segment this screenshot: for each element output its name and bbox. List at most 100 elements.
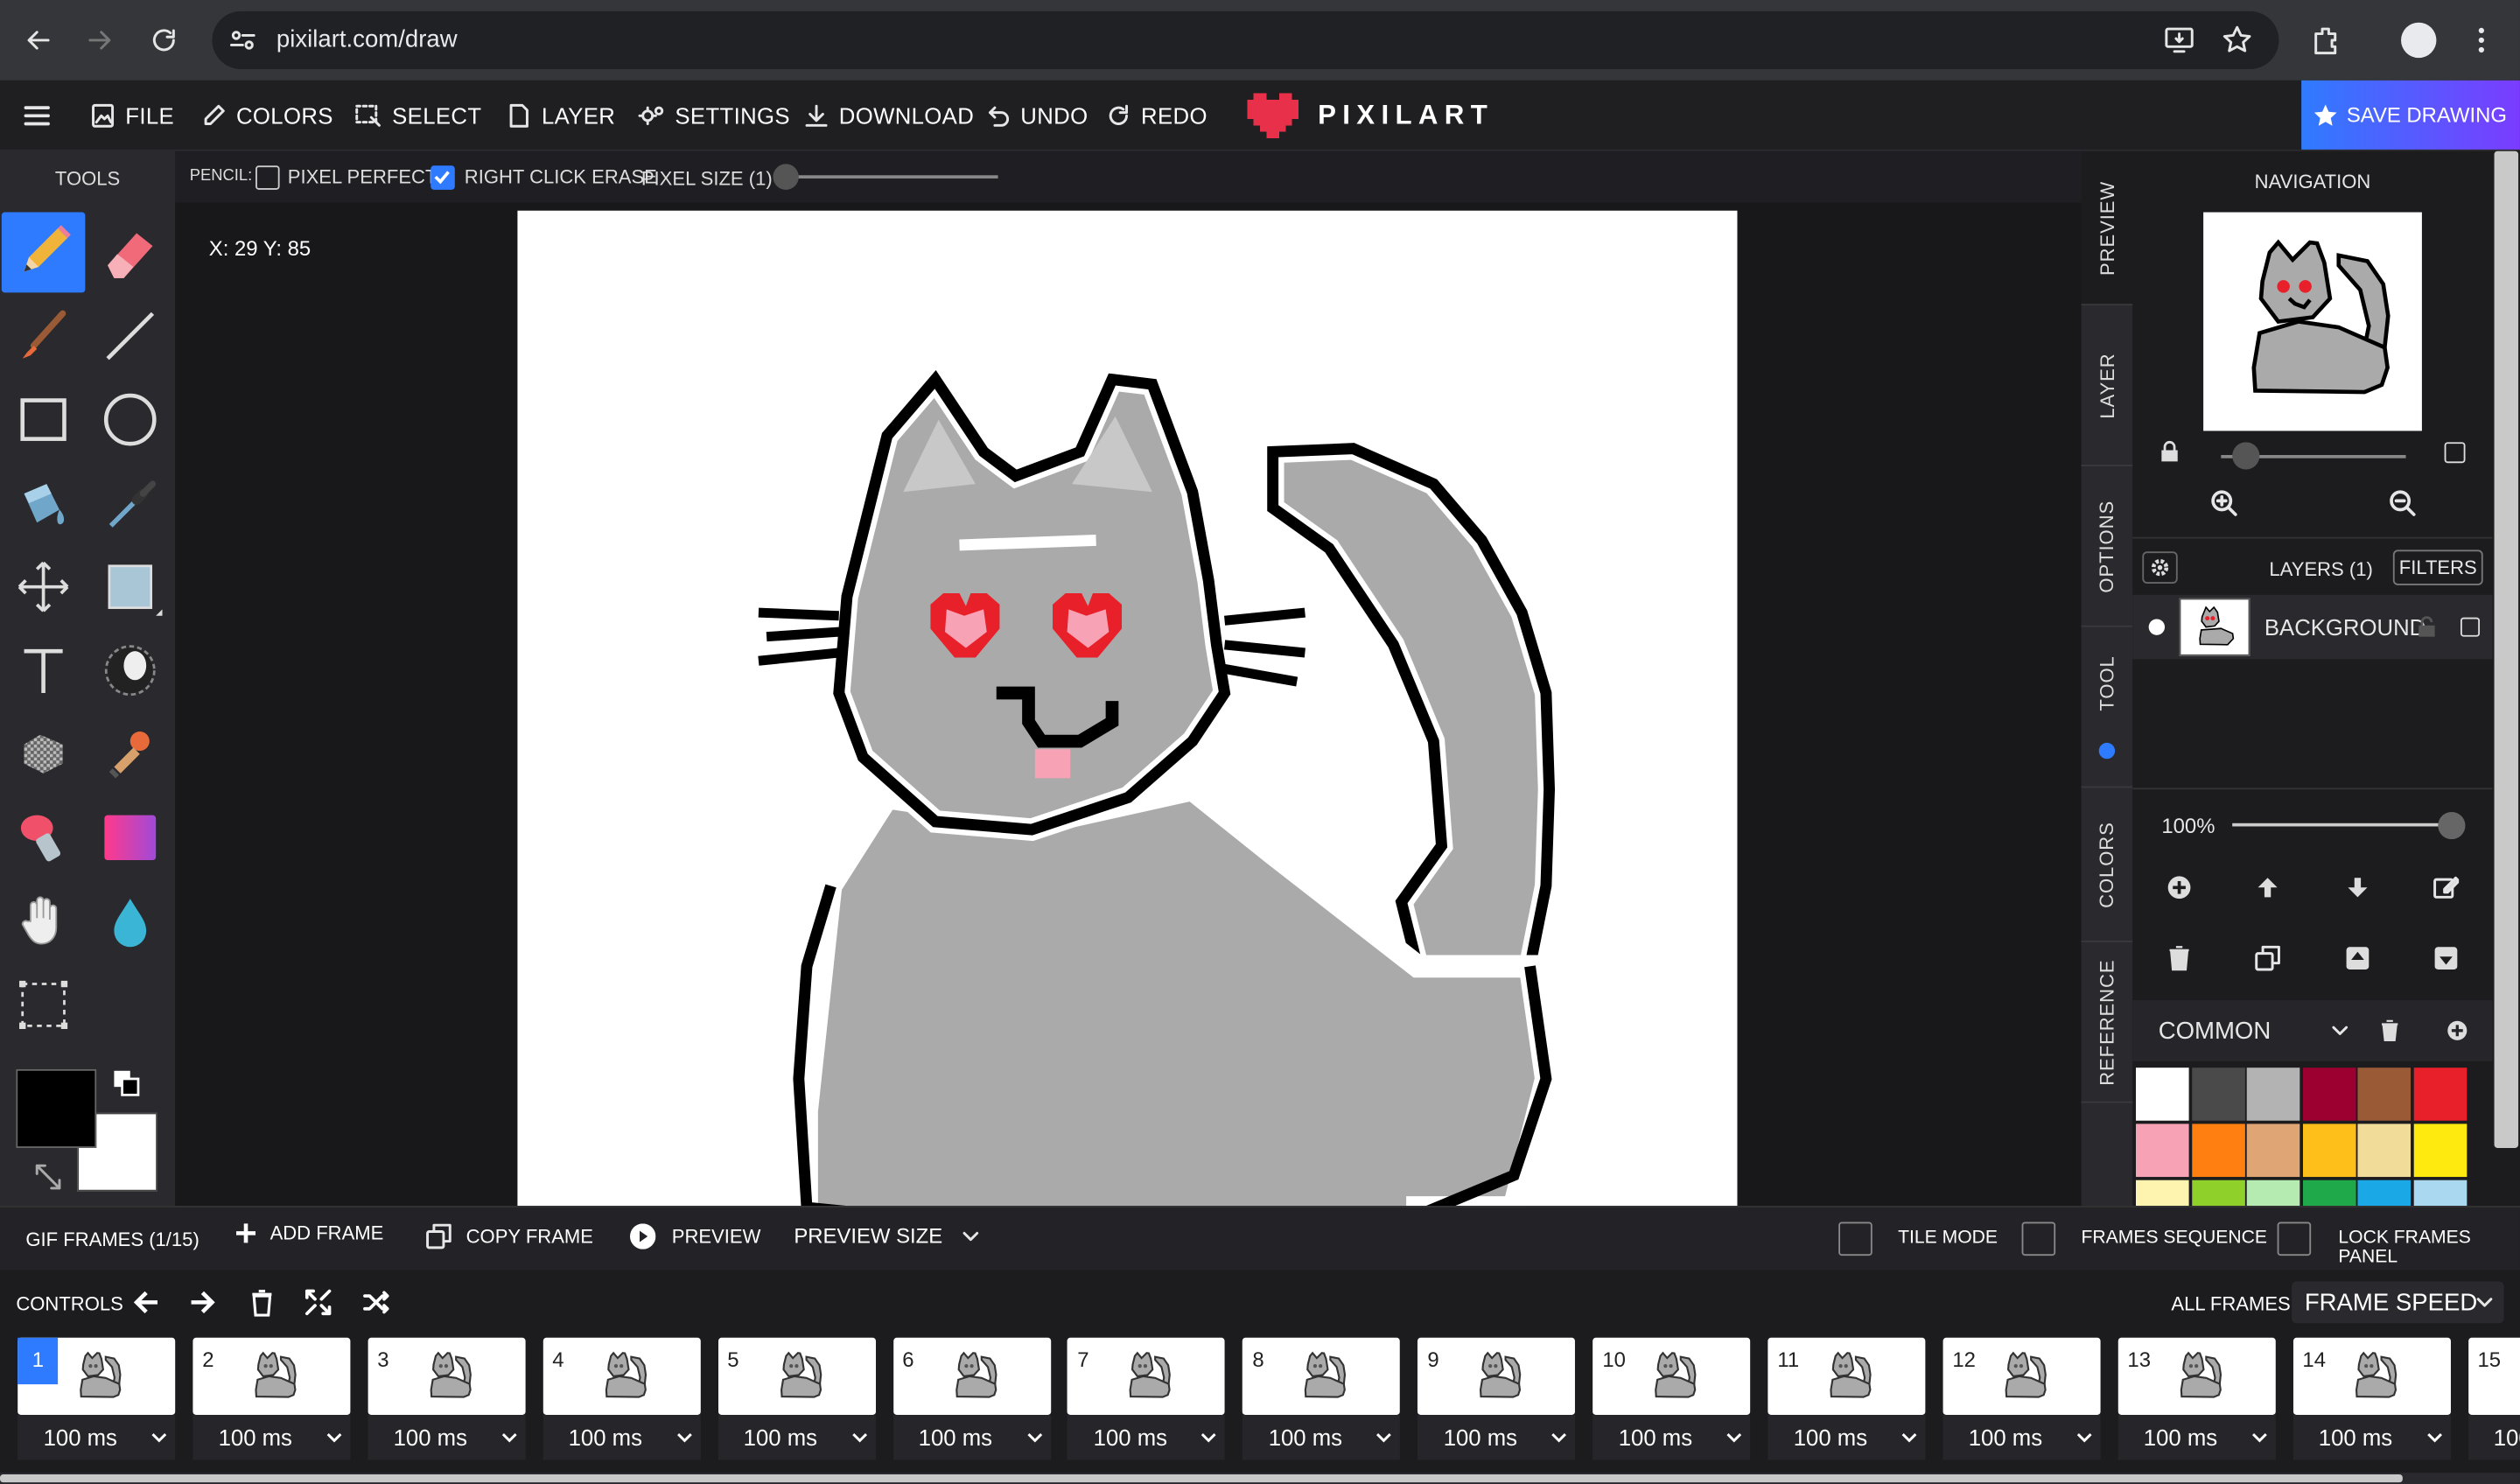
layer-checkbox[interactable]: [2460, 617, 2481, 637]
dither-tool[interactable]: [88, 630, 172, 710]
frame-speed-dropdown[interactable]: 100 ms: [892, 1415, 1051, 1460]
hand-tool[interactable]: [2, 881, 86, 962]
pixel-size-slider-track[interactable]: [782, 175, 998, 178]
palette-swatch[interactable]: [2135, 1068, 2189, 1121]
frame-thumbnail[interactable]: 11: [1768, 1337, 1926, 1415]
gradient-tool[interactable]: [88, 797, 172, 878]
tab-options[interactable]: OPTIONS: [2081, 466, 2133, 627]
more-menu-icon[interactable]: [2465, 24, 2497, 57]
blur-tool[interactable]: [88, 881, 172, 962]
frame-item[interactable]: 2 100 ms: [192, 1337, 351, 1460]
frame-item[interactable]: 10 100 ms: [1592, 1337, 1751, 1460]
menu-settings[interactable]: SETTINGS: [638, 80, 790, 151]
edit-layer-icon[interactable]: [2433, 875, 2460, 900]
palette-swatch[interactable]: [2191, 1180, 2244, 1207]
tab-reference[interactable]: REFERENCE: [2081, 942, 2133, 1103]
previous-frame-icon[interactable]: [132, 1288, 161, 1317]
frame-item[interactable]: 9 100 ms: [1418, 1337, 1576, 1460]
palette-swatch[interactable]: [2191, 1068, 2244, 1121]
frame-item[interactable]: 5 100 ms: [718, 1337, 876, 1460]
frame-speed-dropdown[interactable]: 100 ms: [2292, 1415, 2451, 1460]
copy-frame-button[interactable]: COPY FRAME: [424, 1222, 593, 1251]
text-tool[interactable]: [2, 630, 86, 710]
brand-logo[interactable]: PIXILART: [1247, 80, 1494, 151]
fill-bucket-tool[interactable]: [2, 463, 86, 543]
preview-size-select[interactable]: PREVIEW SIZE: [794, 1223, 981, 1248]
frames-scrollbar-thumb[interactable]: [0, 1474, 2403, 1483]
add-layer-icon[interactable]: [2166, 875, 2192, 900]
frame-speed-dropdown[interactable]: 100 ms: [368, 1415, 526, 1460]
duplicate-layer-icon[interactable]: [2255, 945, 2280, 971]
pencil-tool[interactable]: [1, 212, 86, 293]
frame-speed-dropdown[interactable]: 100 ms: [718, 1415, 876, 1460]
layer-opacity-slider-thumb[interactable]: [2438, 811, 2466, 840]
layer-row[interactable]: BACKGROUND: [2132, 594, 2493, 660]
palette-swatch[interactable]: [2412, 1180, 2467, 1207]
eraser-tool[interactable]: [88, 213, 172, 293]
palette-swatch[interactable]: [2191, 1124, 2244, 1178]
palette-swatch[interactable]: [2357, 1124, 2412, 1178]
forward-icon[interactable]: [84, 24, 116, 57]
zoom-in-icon[interactable]: [2209, 489, 2238, 518]
frame-thumbnail[interactable]: 1: [18, 1337, 176, 1415]
frame-item[interactable]: 13 100 ms: [2118, 1337, 2276, 1460]
reset-colors-icon[interactable]: [32, 1161, 65, 1194]
menu-undo[interactable]: UNDO: [985, 80, 1088, 151]
right-panel-scrollbar[interactable]: [2492, 150, 2520, 1207]
merge-down-icon[interactable]: [2433, 945, 2459, 970]
frame-item[interactable]: 7 100 ms: [1068, 1337, 1226, 1460]
selection-tool[interactable]: [2, 965, 86, 1046]
frame-thumbnail[interactable]: 10: [1592, 1337, 1751, 1415]
frame-item[interactable]: 11 100 ms: [1768, 1337, 1926, 1460]
frame-thumbnail[interactable]: 4: [542, 1337, 701, 1415]
ellipse-tool[interactable]: [88, 380, 172, 460]
delete-frame-icon[interactable]: [249, 1288, 275, 1317]
frame-item[interactable]: 6 100 ms: [892, 1337, 1051, 1460]
frame-item[interactable]: 15 100 ms: [2468, 1337, 2520, 1460]
frame-thumbnail[interactable]: 9: [1418, 1337, 1576, 1415]
frame-speed-select[interactable]: FRAME SPEED: [2292, 1281, 2504, 1324]
tab-layer[interactable]: LAYER: [2081, 305, 2133, 466]
layer-visibility-dot[interactable]: [2148, 619, 2166, 635]
profile-avatar[interactable]: [2401, 22, 2437, 59]
palette-swatch[interactable]: [2302, 1124, 2356, 1178]
palette-swatch[interactable]: [2302, 1068, 2356, 1121]
shape-tool[interactable]: [88, 547, 172, 627]
rectangle-tool[interactable]: [2, 380, 86, 460]
install-app-icon[interactable]: [2163, 24, 2195, 57]
palette-swatch[interactable]: [2302, 1180, 2356, 1207]
tab-preview[interactable]: PREVIEW: [2081, 150, 2133, 306]
save-drawing-button[interactable]: SAVE DRAWING: [2301, 80, 2520, 150]
palette-swatch[interactable]: [2357, 1068, 2412, 1121]
nav-zoom-slider-thumb[interactable]: [2232, 442, 2260, 470]
frames-sequence-checkbox[interactable]: [2021, 1222, 2056, 1256]
frame-thumbnail[interactable]: 5: [718, 1337, 876, 1415]
shuffle-frames-icon[interactable]: [361, 1288, 390, 1317]
frame-thumbnail[interactable]: 3: [368, 1337, 526, 1415]
checker-tool[interactable]: [2, 714, 86, 794]
frame-speed-dropdown[interactable]: 100 ms: [1068, 1415, 1226, 1460]
lock-frames-checkbox[interactable]: [2277, 1222, 2312, 1256]
frame-item[interactable]: 1 100 ms: [18, 1337, 176, 1460]
line-tool[interactable]: [88, 296, 172, 376]
layer-lock-icon[interactable]: [2416, 616, 2439, 639]
frame-speed-dropdown[interactable]: 100 ms: [2468, 1415, 2520, 1460]
menu-redo[interactable]: REDO: [1106, 80, 1208, 151]
frame-item[interactable]: 8 100 ms: [1242, 1337, 1401, 1460]
move-layer-down-icon[interactable]: [2345, 875, 2370, 900]
bookmark-star-icon[interactable]: [2221, 24, 2253, 57]
palette-swatch[interactable]: [2357, 1180, 2412, 1207]
frame-speed-dropdown[interactable]: 100 ms: [1242, 1415, 1401, 1460]
frame-thumbnail[interactable]: 7: [1068, 1337, 1226, 1415]
primary-color-swatch[interactable]: [16, 1068, 97, 1148]
frame-thumbnail[interactable]: 12: [1942, 1337, 2101, 1415]
frames-scrollbar[interactable]: [0, 1473, 2520, 1484]
move-layer-up-icon[interactable]: [2255, 875, 2280, 900]
frame-speed-dropdown[interactable]: 100 ms: [1768, 1415, 1926, 1460]
layer-settings-button[interactable]: [2142, 551, 2178, 584]
merge-up-icon[interactable]: [2345, 945, 2370, 970]
frame-thumbnail[interactable]: 6: [892, 1337, 1051, 1415]
layer-opacity-slider-track[interactable]: [2232, 822, 2458, 827]
palette-dropdown-icon[interactable]: [2328, 1019, 2351, 1042]
swap-colors-icon[interactable]: [113, 1069, 142, 1098]
